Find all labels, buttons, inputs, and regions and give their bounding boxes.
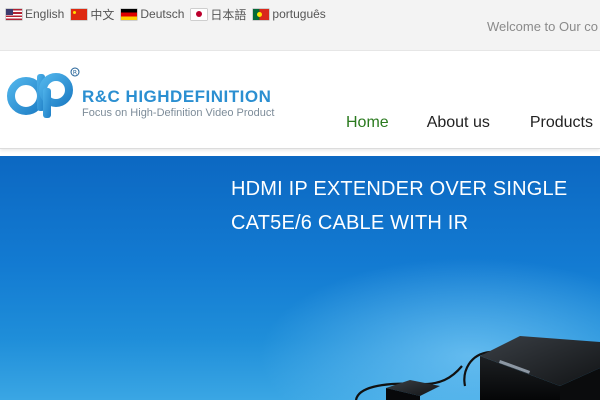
language-selector: English 中文 Deutsch 日本語 português: [6, 6, 326, 22]
brand-name: R&C HIGHDEFINITION: [82, 87, 272, 106]
pt-flag-icon: [253, 8, 270, 20]
hero-banner[interactable]: HDMI IP EXTENDER OVER SINGLE CAT5E/6 CAB…: [0, 156, 600, 400]
language-japanese[interactable]: 日本語: [191, 6, 246, 23]
brand-tagline: Focus on High-Definition Video Product: [82, 107, 275, 119]
nav-products[interactable]: Products: [530, 114, 593, 132]
jp-flag-icon: [191, 8, 208, 20]
us-flag-icon: [6, 8, 22, 20]
site-header: R R&C HIGHDEFINITION Focus on High-Defin…: [0, 51, 600, 149]
language-english[interactable]: English: [6, 7, 64, 21]
cn-flag-icon: [71, 8, 88, 20]
nav-home[interactable]: Home: [346, 114, 389, 132]
hero-title-line-2: CAT5E/6 CABLE WITH IR: [231, 212, 469, 234]
language-portuguese[interactable]: português: [253, 7, 326, 21]
language-label: Deutsch: [140, 7, 185, 21]
nav-about-us[interactable]: About us: [427, 114, 490, 132]
language-label: 日本語: [210, 7, 247, 22]
main-nav: Home About us Products: [346, 114, 593, 132]
site-logo[interactable]: R R&C HIGHDEFINITION Focus on High-Defin…: [4, 66, 304, 126]
welcome-text: Welcome to Our co: [487, 19, 599, 34]
svg-text:R: R: [73, 69, 77, 76]
hero-title: HDMI IP EXTENDER OVER SINGLE CAT5E/6 CAB…: [231, 172, 596, 240]
language-label: English: [25, 7, 65, 21]
de-flag-icon: [121, 8, 138, 20]
hero-title-line-1: HDMI IP EXTENDER OVER SINGLE: [231, 178, 568, 200]
language-german[interactable]: Deutsch: [121, 7, 184, 21]
logo-mark-icon: R: [7, 67, 80, 118]
language-label: 中文: [90, 7, 115, 22]
language-chinese[interactable]: 中文: [71, 6, 114, 23]
top-bar: English 中文 Deutsch 日本語 português Welcome…: [0, 0, 600, 51]
language-label: português: [272, 7, 326, 21]
